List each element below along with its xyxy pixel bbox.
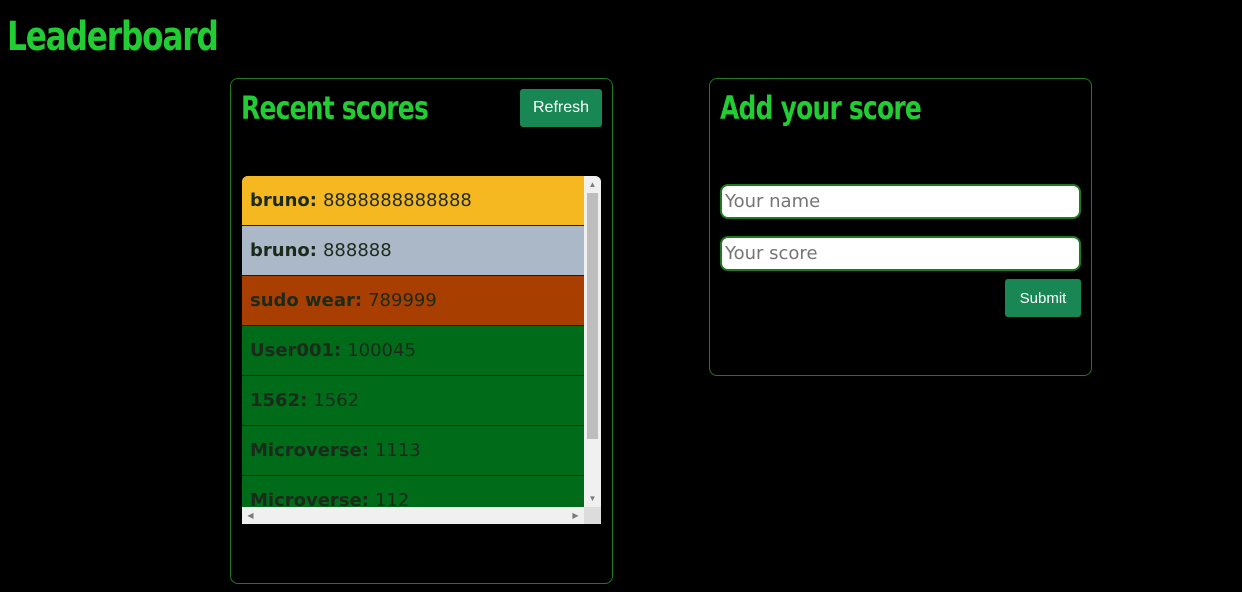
page-title: Leaderboard bbox=[7, 14, 219, 60]
vertical-scrollbar[interactable]: ▲ ▼ bbox=[584, 176, 601, 507]
score-name: Microverse: bbox=[250, 440, 369, 461]
name-input[interactable] bbox=[720, 184, 1081, 219]
scroll-left-icon[interactable]: ◀ bbox=[242, 507, 259, 524]
refresh-button[interactable]: Refresh bbox=[520, 89, 602, 127]
add-score-title: Add your score bbox=[720, 89, 922, 127]
score-row: bruno: 8888888888888 bbox=[242, 176, 584, 226]
score-row: sudo wear: 789999 bbox=[242, 276, 584, 326]
scroll-down-icon[interactable]: ▼ bbox=[584, 490, 601, 507]
score-row: bruno: 888888 bbox=[242, 226, 584, 276]
scroll-right-icon[interactable]: ▶ bbox=[567, 507, 584, 524]
submit-button[interactable]: Submit bbox=[1005, 279, 1081, 317]
score-input[interactable] bbox=[720, 236, 1081, 271]
score-name: User001: bbox=[250, 340, 342, 361]
score-value: 100045 bbox=[347, 340, 416, 361]
scrollbar-thumb[interactable] bbox=[587, 193, 598, 439]
score-row: User001: 100045 bbox=[242, 326, 584, 376]
score-name: 1562: bbox=[250, 390, 308, 411]
score-name: sudo wear: bbox=[250, 290, 363, 311]
score-row: 1562: 1562 bbox=[242, 376, 584, 426]
scores-list-container[interactable]: bruno: 8888888888888 bruno: 888888 sudo … bbox=[242, 176, 601, 524]
add-score-panel: Add your score Submit bbox=[709, 78, 1092, 376]
score-value: 888888 bbox=[322, 240, 392, 261]
scroll-up-icon[interactable]: ▲ bbox=[584, 176, 601, 193]
score-row: Microverse: 1113 bbox=[242, 426, 584, 476]
recent-scores-panel: Recent scores Refresh bruno: 88888888888… bbox=[230, 78, 613, 584]
score-value: 1113 bbox=[374, 440, 421, 461]
score-name: bruno: bbox=[250, 240, 317, 261]
scores-list: bruno: 8888888888888 bruno: 888888 sudo … bbox=[242, 176, 584, 507]
score-name: bruno: bbox=[250, 190, 317, 211]
horizontal-scrollbar[interactable]: ◀ ▶ bbox=[242, 507, 584, 524]
score-value: 789999 bbox=[368, 290, 437, 311]
score-row: Microverse: 112 bbox=[242, 476, 584, 507]
score-value: 112 bbox=[374, 490, 410, 507]
scrollbar-corner bbox=[584, 507, 601, 524]
score-value: 8888888888888 bbox=[322, 190, 472, 211]
score-name: Microverse: bbox=[250, 490, 369, 507]
score-value: 1562 bbox=[313, 390, 360, 411]
recent-scores-title: Recent scores bbox=[241, 89, 429, 127]
